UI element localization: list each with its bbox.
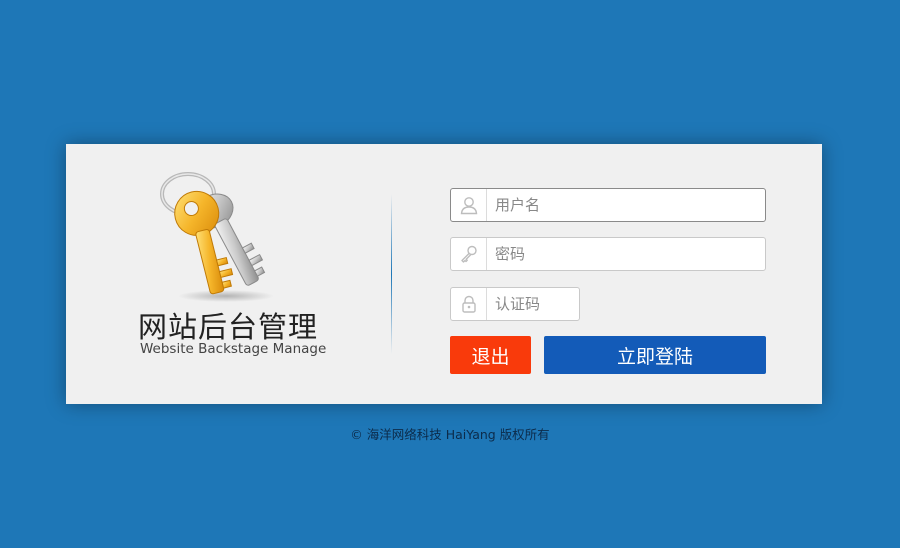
login-page: 网站后台管理 Website Backstage Manage 用户名 认证码 … (0, 0, 900, 548)
brand-area: 网站后台管理 Website Backstage Manage (66, 144, 391, 404)
password-field[interactable] (450, 237, 766, 271)
exit-button[interactable]: 退出 (450, 336, 531, 374)
captcha-field[interactable] (450, 287, 580, 321)
keys-logo-icon (160, 172, 274, 302)
login-button[interactable]: 立即登陆 (544, 336, 766, 374)
password-input[interactable] (487, 238, 765, 270)
brand-subtitle: Website Backstage Manage (140, 341, 327, 357)
lock-icon (451, 288, 487, 320)
username-field[interactable] (450, 188, 766, 222)
brand-title: 网站后台管理 (138, 310, 319, 344)
login-card: 网站后台管理 Website Backstage Manage 用户名 认证码 … (66, 144, 822, 404)
key-icon (451, 238, 487, 270)
vertical-divider (391, 194, 392, 354)
captcha-input[interactable] (487, 288, 579, 320)
username-input[interactable] (487, 189, 765, 221)
user-icon (451, 189, 487, 221)
copyright-footer: © 海洋网络科技 HaiYang 版权所有 (350, 427, 550, 442)
